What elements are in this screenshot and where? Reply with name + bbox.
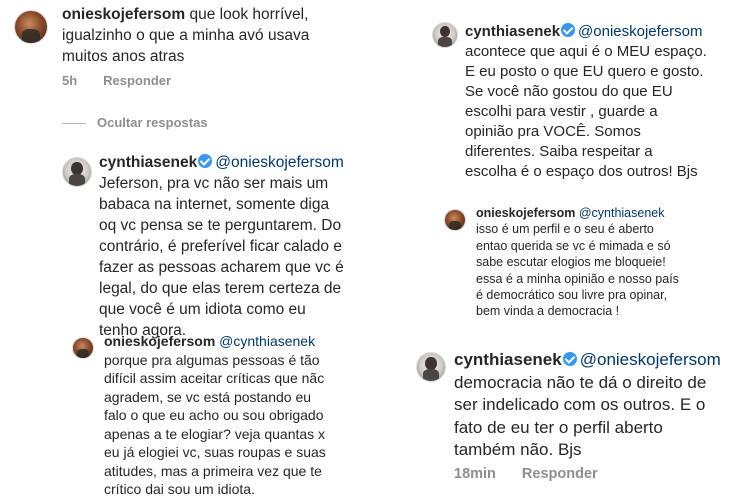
comment-line: opinião pra VOCÊ. Somos: [465, 123, 641, 140]
comment-line: babaca na internet, somente diga: [99, 196, 330, 213]
comment-text: onieskojefersom @cynthiasenek isso é um …: [476, 205, 748, 320]
avatar[interactable]: [416, 352, 446, 382]
comment-line: crítico dai sou um idiota.: [104, 481, 255, 497]
comment-line: entao querida se vc é mimada e só: [476, 238, 671, 253]
comment-line: porque pra algumas pessoas é tão: [104, 351, 320, 368]
comment-line: escolha é o espaço dos outros! Bjs: [465, 163, 698, 180]
comment-line: E eu posto o que EU quero e gosto.: [465, 63, 704, 80]
comment-meta: 5h Responder: [62, 73, 197, 88]
hide-replies-button[interactable]: Ocultar respostas: [97, 115, 208, 130]
reply-cynthiasenek-2: cynthiasenek @onieskojefersom acontece qu…: [378, 0, 750, 190]
comment-line: muitos anos atras: [62, 48, 185, 65]
comment-onieskojefersom-1: onieskojefersom que look horrível, igual…: [0, 0, 372, 110]
username-link[interactable]: onieskojefersom: [62, 6, 185, 23]
comment-line: sabe escutar elogios me bloqueie!: [476, 255, 666, 270]
comment-line: que você é um idiota como eu: [99, 301, 306, 318]
avatar[interactable]: [432, 22, 458, 48]
mention-link[interactable]: @onieskojefersom: [215, 154, 344, 171]
comment-line: essa é a minha opinião e nosso país: [476, 271, 679, 286]
timestamp: 18min: [454, 466, 496, 482]
right-screenshot-panel: cynthiasenek @onieskojefersom acontece qu…: [378, 0, 750, 500]
username-link[interactable]: onieskojefersom: [104, 333, 215, 349]
comment-meta: 18min Responder: [454, 466, 624, 482]
mention-link[interactable]: @cynthiasenek: [579, 206, 665, 220]
mention-link[interactable]: @onieskojefersom: [580, 350, 721, 369]
comment-text: onieskojefersom que look horrível, igual…: [62, 4, 367, 67]
verified-badge-icon: [562, 352, 577, 366]
comment-line: eu já elogiei vc, suas roupas e suas: [104, 444, 326, 460]
comment-line: Jeferson, pra vc não ser mais um: [99, 175, 329, 192]
comment-line: atitudes, mas a primeira vez que te: [104, 462, 322, 479]
comment-line: difícil assim aceitar críticas que nãc: [104, 370, 325, 386]
reply-button[interactable]: Responder: [103, 73, 171, 88]
comment-line: diferentes. Saiba respeitar a: [465, 143, 653, 160]
reply-onieskojefersom-2: onieskojefersom @cynthiasenek porque pra…: [0, 330, 372, 500]
username-link[interactable]: cynthiasenek: [465, 23, 560, 40]
timestamp: 5h: [62, 73, 78, 88]
comment-line: democracia não te dá o direito de: [454, 372, 707, 392]
comment-line: falo o que eu acho ou sou obrigado: [104, 407, 324, 423]
comment-line: legal, do que elas terem certeza de: [99, 280, 342, 297]
avatar[interactable]: [444, 209, 466, 231]
comment-line: Se você não gostou do que EU: [465, 83, 673, 100]
comment-line: agradem, se vc está postando eu: [104, 388, 312, 405]
comment-line: também não. Bjs: [454, 440, 582, 459]
comment-line: fato de eu ter o perfil aberto: [454, 417, 663, 437]
comment-text: cynthiasenek @onieskojefersom democracia …: [454, 349, 750, 462]
comment-text: cynthiasenek @onieskojefersom Jeferson, p…: [99, 152, 371, 341]
mention-link[interactable]: @onieskojefersom: [578, 23, 702, 40]
comment-line: ser indelicado com os outros. E o: [454, 395, 706, 414]
comment-line: contrário, é preferível ficar calado e: [99, 238, 342, 255]
reply-onieskojefersom-3: onieskojefersom @cynthiasenek isso é um …: [378, 200, 750, 335]
comment-line: igualzinho o que a minha avó usava: [62, 27, 310, 44]
comment-text: cynthiasenek @onieskojefersom acontece qu…: [465, 22, 750, 182]
comment-line: é democrático sou livre pra opinar,: [476, 288, 668, 303]
comment-line: isso é um perfil e o seu é aberto: [476, 222, 654, 237]
verified-badge-icon: [198, 154, 213, 168]
avatar[interactable]: [14, 10, 48, 44]
comment-line: fazer as pessoas acharem que vc é: [99, 259, 344, 276]
comment-line: que look horrível,: [189, 6, 309, 23]
comment-line: bem vinda a democracia !: [476, 304, 620, 319]
comment-line: oq vc pensa se te perguntarem. Do: [99, 217, 342, 234]
comment-line: acontece que aqui é o MEU espaço.: [465, 43, 707, 60]
verified-badge-icon: [561, 23, 576, 37]
username-link[interactable]: onieskojefersom: [476, 206, 575, 220]
reply-cynthiasenek-1: cynthiasenek @onieskojefersom Jeferson, p…: [0, 145, 372, 339]
avatar[interactable]: [62, 157, 92, 187]
avatar[interactable]: [72, 337, 94, 359]
comment-line: apenas a te elogiar? veja quantas x: [104, 425, 326, 442]
left-screenshot-panel: onieskojefersom que look horrível, igual…: [0, 0, 372, 500]
comment-text: onieskojefersom @cynthiasenek porque pra…: [104, 332, 372, 499]
mention-link[interactable]: @cynthiasenek: [219, 333, 315, 349]
reply-cynthiasenek-3: cynthiasenek @onieskojefersom democracia …: [378, 340, 750, 500]
hide-replies-line: [62, 123, 86, 124]
comment-line: escolhi para vestir , guarde a: [465, 103, 658, 120]
username-link[interactable]: cynthiasenek: [99, 154, 197, 171]
reply-button[interactable]: Responder: [522, 466, 598, 482]
username-link[interactable]: cynthiasenek: [454, 350, 562, 369]
